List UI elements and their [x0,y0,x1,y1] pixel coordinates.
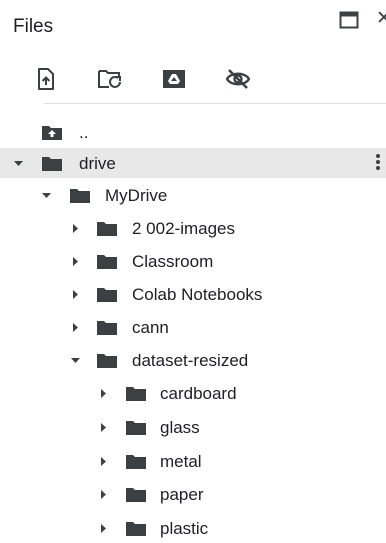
tree-item-label: metal [160,452,202,471]
chevron-down-icon[interactable] [71,356,80,365]
folder-icon [97,321,117,335]
tree-item-cann[interactable]: cann [0,312,386,342]
chevron-right-icon[interactable] [71,224,80,233]
tree-item-drive[interactable]: drive [0,148,386,178]
tree-item-cardboard[interactable]: cardboard [0,378,386,408]
files-panel-header: Files ✕ [0,0,386,60]
more-options-icon[interactable] [374,153,382,173]
folder-icon [42,157,62,171]
panel-title: Files [13,16,54,37]
mount-drive-button[interactable] [158,64,190,94]
folder-up-icon [42,126,62,140]
chevron-right-icon[interactable] [71,257,80,266]
upload-file-icon [38,68,54,90]
folder-icon [126,455,146,469]
upload-button[interactable] [30,64,62,94]
folder-icon [97,255,117,269]
tree-item-paper[interactable]: paper [0,479,386,509]
tree-item-label: 2 002-images [132,219,236,238]
tree-item-label: paper [160,485,204,504]
tree-item-metal[interactable]: metal [0,446,386,476]
files-toolbar [0,62,386,98]
tree-item-2-002-images[interactable]: 2 002-images [0,213,386,243]
tree-item-dataset-resized[interactable]: dataset-resized [0,345,386,375]
folder-icon [126,488,146,502]
tree-item-label: cardboard [160,384,237,403]
tree-item-label: plastic [160,519,209,538]
folder-icon [97,354,117,368]
tree-item-plastic[interactable]: plastic [0,513,386,543]
folder-icon [126,387,146,401]
visibility-off-icon [226,69,250,89]
tree-item-label: drive [79,154,116,173]
chevron-right-icon[interactable] [99,389,108,398]
parent-directory-label: .. [79,123,89,142]
refresh-button[interactable] [94,64,126,94]
folder-icon [70,189,90,203]
tree-item-mydrive[interactable]: MyDrive [0,180,386,210]
tree-item-label: Classroom [132,252,214,271]
chevron-down-icon[interactable] [14,159,23,168]
chevron-right-icon[interactable] [99,457,108,466]
tree-item-glass[interactable]: glass [0,412,386,442]
show-hidden-button[interactable] [222,64,254,94]
toolbar-divider [44,103,386,104]
mount-drive-icon [163,70,185,88]
chevron-right-icon[interactable] [99,423,108,432]
tree-item-colab-notebooks[interactable]: Colab Notebooks [0,279,386,309]
chevron-right-icon[interactable] [99,524,108,533]
folder-icon [97,222,117,236]
tree-item-label: MyDrive [105,186,168,205]
folder-icon [126,421,146,435]
tree-item-classroom[interactable]: Classroom [0,246,386,276]
folder-icon [126,522,146,536]
open-in-window-icon[interactable] [339,11,359,29]
close-icon[interactable]: ✕ [376,9,386,29]
parent-directory-row[interactable]: .. [0,117,386,147]
folder-icon [97,288,117,302]
tree-item-label: Colab Notebooks [132,285,263,304]
chevron-right-icon[interactable] [71,290,80,299]
tree-item-label: dataset-resized [132,351,249,370]
chevron-down-icon[interactable] [42,191,51,200]
refresh-folder-icon [98,70,121,88]
chevron-right-icon[interactable] [99,490,108,499]
tree-item-label: glass [160,418,200,437]
tree-item-label: cann [132,318,169,337]
chevron-right-icon[interactable] [71,323,80,332]
